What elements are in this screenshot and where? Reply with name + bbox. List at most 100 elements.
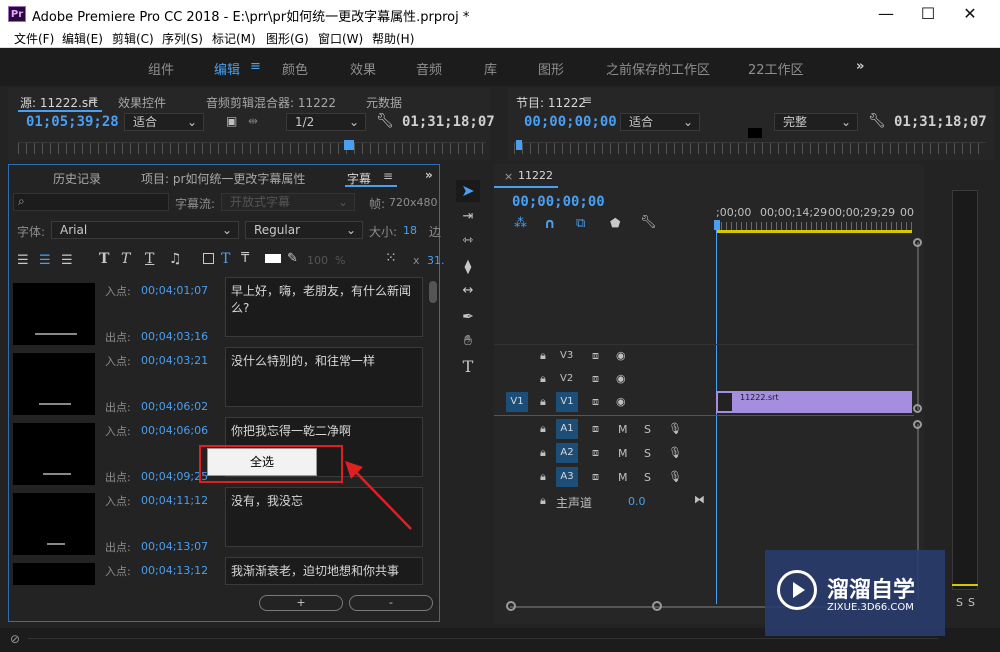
scroll-handle[interactable] [913, 238, 922, 247]
out-timecode[interactable]: 00;04;13;07 [141, 540, 208, 553]
scroll-handle[interactable] [913, 404, 922, 413]
wrench-icon[interactable]: 🔧︎ [640, 215, 657, 230]
panel-menu-icon[interactable]: ≡ [88, 93, 98, 107]
in-timecode[interactable]: 00;04;13;12 [141, 564, 208, 577]
wrench-icon[interactable]: 🔧︎ [868, 113, 886, 129]
source-time-ruler[interactable] [18, 142, 486, 154]
underline-icon[interactable]: T [145, 251, 154, 267]
tab-project[interactable]: 项目: pr如何统一更改字幕属性 [141, 170, 305, 187]
panel-menu-icon[interactable]: ≡ [383, 169, 393, 183]
go-to-end-icon[interactable]: ⧓ [694, 493, 705, 506]
text-color-icon[interactable]: T [221, 251, 230, 267]
master-volume-value[interactable]: 0.0 [628, 495, 646, 508]
resolution-dropdown[interactable]: 1/2 ⌄ [286, 113, 366, 131]
mute-button[interactable]: M [618, 447, 628, 460]
scroll-handle[interactable] [652, 601, 662, 611]
microphone-icon[interactable]: 🎙︎ [668, 470, 682, 483]
solo-button[interactable]: S [644, 423, 651, 436]
eye-icon[interactable]: ◉ [616, 395, 626, 408]
lock-icon[interactable]: 🔒︎ [540, 446, 546, 460]
scroll-handle[interactable] [913, 420, 922, 429]
tab-program[interactable]: 节目: 11222 [516, 94, 586, 111]
minimize-button[interactable]: — [872, 4, 900, 24]
in-timecode[interactable]: 00;04;01;07 [141, 284, 208, 297]
tab-source[interactable]: 源: 11222.srt [20, 94, 98, 111]
slip-tool-icon[interactable]: ↔ [456, 280, 480, 302]
edge-color-icon[interactable]: ₸ [241, 251, 249, 266]
align-right-icon[interactable]: ☰ [61, 253, 73, 268]
lock-icon[interactable]: 🔒︎ [540, 395, 546, 409]
program-time-ruler[interactable] [514, 142, 986, 154]
lock-icon[interactable]: 🔒︎ [540, 349, 546, 363]
sync-lock-icon[interactable]: ⧈ [592, 395, 599, 409]
track-label[interactable]: A2 [556, 443, 578, 463]
scroll-handle[interactable] [506, 601, 516, 611]
solo-button[interactable]: S [644, 447, 651, 460]
maximize-button[interactable]: ☐ [914, 4, 942, 24]
out-timecode[interactable]: 00;04;03;16 [141, 330, 208, 343]
lock-icon[interactable]: 🔒︎ [540, 470, 546, 484]
meter-solo-label[interactable]: S [956, 596, 963, 609]
source-patch-v1[interactable]: V1 [506, 392, 528, 412]
mute-button[interactable]: M [618, 471, 628, 484]
opacity-value[interactable]: 100 [307, 254, 328, 267]
tab-metadata[interactable]: 元数据 [366, 94, 402, 111]
type-tool-icon[interactable]: T [456, 356, 480, 378]
menu-edit[interactable]: 编辑(E) [62, 30, 103, 47]
caption-stream-dropdown[interactable]: 开放式字幕 ⌄ [221, 193, 355, 211]
menu-clip[interactable]: 剪辑(C) [112, 30, 154, 47]
source-fit-dropdown[interactable]: 适合 ⌄ [124, 113, 204, 131]
workspace-audio[interactable]: 音频 [416, 59, 442, 78]
workspace-menu-icon[interactable]: ≡ [250, 59, 261, 74]
align-center-icon[interactable]: ☰ [39, 253, 51, 268]
program-playhead[interactable] [516, 140, 522, 150]
context-menu-select-all[interactable]: 全选 [207, 448, 317, 476]
menu-file[interactable]: 文件(F) [14, 30, 54, 47]
workspace-assembly[interactable]: 组件 [148, 59, 174, 78]
selection-tool-icon[interactable]: ➤ [456, 180, 480, 202]
italic-icon[interactable]: T [121, 251, 130, 267]
list-scrollbar[interactable] [429, 281, 437, 303]
tab-sequence[interactable]: 11222 [518, 169, 553, 182]
mute-button[interactable]: M [618, 423, 628, 436]
program-timecode[interactable]: 00;00;00;00 [524, 114, 617, 130]
in-timecode[interactable]: 00;04;03;21 [141, 354, 208, 367]
menu-help[interactable]: 帮助(H) [372, 30, 414, 47]
eyedropper-icon[interactable]: ✎ [287, 251, 298, 266]
add-marker-icon[interactable]: ⬟ [610, 216, 620, 230]
in-timecode[interactable]: 00;04;11;12 [141, 494, 208, 507]
caption-text-field[interactable]: 没什么特别的，和往常一样 [225, 347, 423, 407]
timeline-ruler[interactable] [716, 222, 912, 230]
bold-icon[interactable]: T [99, 251, 109, 267]
list-item[interactable]: 入点: 00;04;13;12 我渐渐衰老，迫切地想和你共事 [9, 557, 429, 585]
size-value[interactable]: 18 [403, 224, 417, 237]
out-timecode[interactable]: 00;04;06;02 [141, 400, 208, 413]
lock-icon[interactable]: 🔒︎ [540, 422, 546, 436]
workspace-libraries[interactable]: 库 [484, 59, 497, 78]
video-scroll-track[interactable] [917, 242, 919, 410]
tab-audio-clip-mixer[interactable]: 音频剪辑混合器: 11222 [206, 94, 336, 111]
sync-lock-icon[interactable]: ⧈ [592, 372, 599, 386]
workspace-saved[interactable]: 之前保存的工作区 [606, 59, 710, 78]
snap-icon[interactable]: ∩ [544, 216, 555, 232]
menu-window[interactable]: 窗口(W) [318, 30, 363, 47]
tab-effect-controls[interactable]: 效果控件 [118, 94, 166, 111]
track-label[interactable]: A3 [556, 467, 578, 487]
eye-icon[interactable]: ◉ [616, 349, 626, 362]
list-item[interactable]: 入点: 00;04;01;07 出点: 00;04;03;16 早上好，嗨，老朋… [9, 277, 429, 345]
timeline-playhead-handle[interactable] [714, 220, 720, 230]
caption-text-field[interactable]: 早上好，嗨，老朋友，有什么新闻么? [225, 277, 423, 337]
creative-cloud-icon[interactable]: ⊘ [10, 632, 20, 646]
align-left-icon[interactable]: ☰ [17, 253, 29, 268]
track-select-tool-icon[interactable]: ⇥ [456, 206, 480, 228]
remove-caption-button[interactable]: - [349, 595, 433, 611]
list-item[interactable]: 入点: 00;04;03;21 出点: 00;04;06;02 没什么特别的，和… [9, 347, 429, 415]
settings-icon[interactable]: ▣ [226, 114, 237, 128]
lock-icon[interactable]: 🔒︎ [540, 372, 546, 386]
nest-icon[interactable]: ⁂ [514, 216, 527, 231]
eye-icon[interactable]: ◉ [616, 372, 626, 385]
track-label[interactable]: V1 [556, 392, 578, 412]
position-grid-icon[interactable]: ⁙ [385, 250, 397, 266]
in-timecode[interactable]: 00;04;06;06 [141, 424, 208, 437]
timeline-timecode[interactable]: 00;00;00;00 [512, 194, 605, 210]
